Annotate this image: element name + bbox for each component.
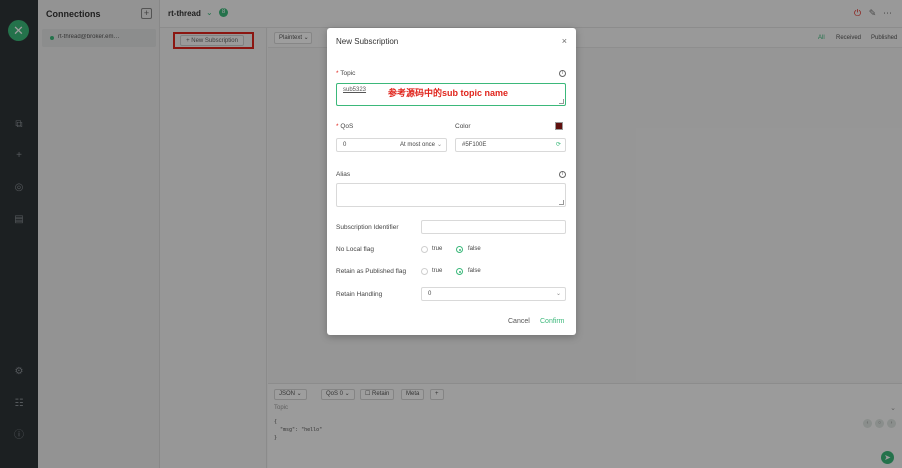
no-local-label: No Local flag <box>336 246 374 253</box>
new-subscription-dialog: New Subscription × * Topic i sub5323 参考源… <box>327 28 576 335</box>
resize-handle-icon[interactable] <box>559 99 564 104</box>
topic-value: sub5323 <box>343 87 367 93</box>
no-local-true-label: true <box>432 246 443 252</box>
resize-handle-icon[interactable] <box>559 200 564 205</box>
confirm-button[interactable]: Confirm <box>540 318 565 325</box>
qos-label: QoS <box>340 123 354 130</box>
rap-false-radio[interactable] <box>456 268 463 275</box>
dialog-title: New Subscription <box>336 37 399 46</box>
rap-label: Retain as Published flag <box>336 268 407 275</box>
chevron-down-icon: ⌄ <box>436 142 442 148</box>
color-swatch[interactable] <box>555 122 563 130</box>
close-icon[interactable]: × <box>562 36 567 46</box>
alias-label: Alias <box>336 171 351 178</box>
no-local-true-radio[interactable] <box>421 246 428 253</box>
sub-id-label: Subscription Identifier <box>336 224 399 231</box>
no-local-false-radio[interactable] <box>456 246 463 253</box>
refresh-icon[interactable]: ⟳ <box>556 141 561 148</box>
rap-true-radio[interactable] <box>421 268 428 275</box>
topic-field[interactable]: sub5323 参考源码中的sub topic name <box>336 83 566 106</box>
qos-text: At most once <box>400 142 436 148</box>
topic-label: Topic <box>340 70 356 77</box>
color-field[interactable]: #5F100E ⟳ <box>455 138 566 152</box>
alias-field[interactable] <box>336 183 566 207</box>
chevron-down-icon: ⌄ <box>555 291 561 297</box>
rap-false-label: false <box>468 268 481 274</box>
color-value: #5F100E <box>462 142 487 148</box>
retain-handling-select[interactable]: 0 ⌄ <box>421 287 566 301</box>
retain-handling-value: 0 <box>428 291 432 297</box>
cancel-button[interactable]: Cancel <box>508 318 530 325</box>
no-local-false-label: false <box>468 246 481 252</box>
topic-annotation: 参考源码中的sub topic name <box>388 88 509 98</box>
topic-label-wrap: * Topic <box>336 70 356 77</box>
qos-value: 0 <box>343 142 347 148</box>
topic-info-icon[interactable]: i <box>559 70 566 77</box>
rap-true-label: true <box>432 268 443 274</box>
qos-select[interactable]: 0 At most once ⌄ <box>336 138 447 152</box>
sub-id-field[interactable] <box>421 220 566 234</box>
retain-handling-label: Retain Handling <box>336 291 383 298</box>
qos-label-wrap: * QoS <box>336 123 354 130</box>
alias-info-icon[interactable]: i <box>559 171 566 178</box>
color-label: Color <box>455 123 471 130</box>
